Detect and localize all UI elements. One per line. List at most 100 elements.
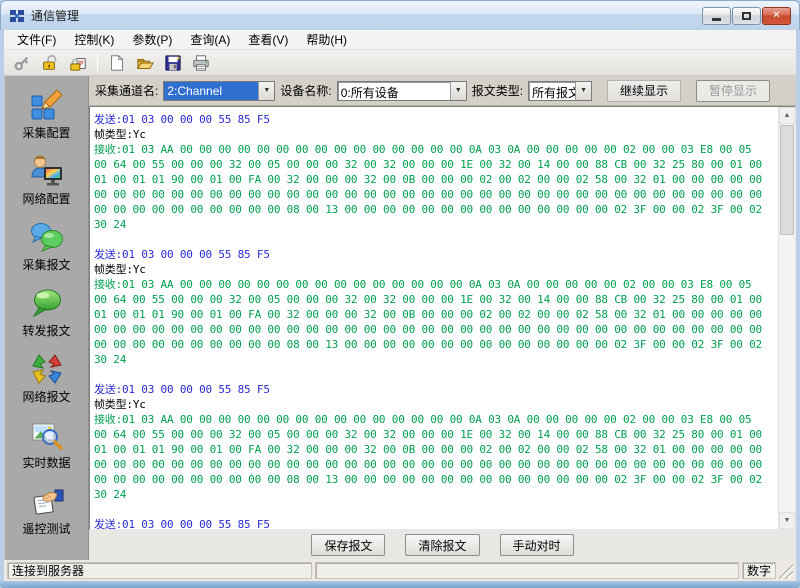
menu-help[interactable]: 帮助(H) [297, 30, 356, 50]
log-receive-line: 00 00 00 00 00 00 00 00 00 00 08 00 13 0… [94, 473, 762, 486]
network-config-icon [30, 155, 62, 186]
type-label: 报文类型: [471, 84, 524, 98]
message-log-panel: 发送:01 03 00 00 00 55 85 F5 帧类型:Yc 接收:01 03… [89, 106, 796, 530]
log-send-line: 发送:01 03 00 00 00 55 85 F5 [94, 383, 270, 396]
new-document-icon [111, 54, 123, 71]
network-message-icon [31, 354, 62, 384]
menu-query[interactable]: 查询(A) [181, 30, 239, 50]
device-select-value: 0:所有设备 [340, 85, 399, 100]
log-receive-line: 30 24 [94, 353, 127, 366]
menu-view[interactable]: 查看(V) [239, 30, 297, 50]
maximize-button[interactable] [732, 6, 761, 25]
log-receive-line: 01 00 01 01 90 00 01 00 FA 00 32 00 00 0… [94, 308, 762, 321]
save-message-button[interactable]: 保存报文 [311, 534, 386, 556]
minimize-icon [712, 17, 721, 21]
chevron-down-icon[interactable]: ▼ [575, 81, 592, 100]
sidebar-item-collect-config[interactable]: 采集配置 [5, 88, 88, 141]
sidebar-item-realtime-data[interactable]: 实时数据 [5, 418, 88, 471]
print-button[interactable] [189, 52, 213, 74]
log-receive-line: 接收:01 03 AA 00 00 00 00 00 00 00 00 00 0… [94, 413, 752, 426]
action-bar: 保存报文 清除报文 手动对时 [89, 530, 796, 560]
save-button[interactable] [161, 52, 185, 74]
log-send-line: 发送:01 03 00 00 00 55 85 F5 [94, 113, 270, 126]
pause-display-button[interactable]: 暂停显示 [696, 79, 771, 102]
scroll-up-icon[interactable]: ▲ [779, 107, 795, 124]
sidebar-item-label: 网络报文 [22, 390, 71, 404]
chevron-down-icon[interactable]: ▼ [258, 81, 275, 100]
close-button[interactable]: ✕ [762, 6, 791, 25]
device-label: 设备名称: [280, 84, 332, 98]
log-receive-line: 00 00 00 00 00 00 00 00 00 00 00 00 00 0… [94, 323, 762, 336]
device-select[interactable]: 0:所有设备 ▼ [336, 80, 467, 101]
save-icon [165, 54, 181, 71]
log-frame-type-line: 帧类型:Yc [94, 128, 146, 141]
toolbar [4, 50, 796, 76]
close-icon: ✕ [772, 10, 781, 21]
menu-file[interactable]: 文件(F) [8, 30, 65, 50]
manual-time-sync-button[interactable]: 手动对时 [499, 534, 574, 556]
sidebar-item-network-message[interactable]: 网络报文 [5, 352, 88, 405]
log-block: 发送:01 03 00 00 00 55 85 F5 帧类型:Yc 接收:01 03… [94, 382, 776, 502]
forward-message-icon [32, 289, 61, 318]
sidebar-item-label: 遥控测试 [22, 522, 71, 536]
open-folder-button[interactable] [133, 52, 157, 74]
lock-settings-button[interactable] [66, 52, 90, 74]
maximize-icon [742, 11, 751, 20]
channel-select[interactable]: 2:Channel ▼ [163, 80, 276, 101]
clear-message-button[interactable]: 清除报文 [405, 534, 480, 556]
log-receive-line: 接收:01 03 AA 00 00 00 00 00 00 00 00 00 0… [94, 143, 752, 156]
log-receive-line: 00 00 00 00 00 00 00 00 00 00 08 00 13 0… [94, 338, 762, 351]
numlock-indicator: 数字 [742, 562, 776, 579]
vertical-scrollbar[interactable]: ▲ ▼ [778, 107, 795, 529]
type-select[interactable]: 所有报文 ▼ [528, 80, 593, 101]
sidebar-item-collect-message[interactable]: 采集报文 [5, 220, 88, 273]
sidebar-item-forward-message[interactable]: 转发报文 [5, 286, 88, 339]
log-block: 发送:01 03 00 00 00 55 85 F5 帧类型:Yc 接收:01 03… [94, 247, 776, 367]
filter-bar: 采集通道名: 2:Channel ▼ 设备名称: 0:所有设备 ▼ 报文类型: … [89, 76, 796, 106]
sidebar-item-remote-test[interactable]: 遥控测试 [5, 484, 88, 537]
type-select-value: 所有报文 [532, 85, 575, 100]
scrollbar-track[interactable] [779, 124, 795, 512]
main-panel: 采集通道名: 2:Channel ▼ 设备名称: 0:所有设备 ▼ 报文类型: … [89, 76, 796, 560]
log-frame-type-line: 帧类型:Yc [94, 398, 146, 411]
menu-bar: 文件(F) 控制(K) 参数(P) 查询(A) 查看(V) 帮助(H) [4, 30, 796, 50]
log-block: 发送:01 03 00 00 00 55 85 F5 帧类型:Yc 接收:01 03… [94, 112, 776, 232]
open-folder-icon [137, 58, 154, 69]
sidebar: 采集配置 网络配置 采集报文 转发报文 网络报文 实时数据 遥控测试 [4, 76, 89, 560]
sidebar-item-label: 转发报文 [22, 324, 71, 338]
log-send-line-partial: 发送:01 03 00 00 00 55 85 F5 [94, 518, 270, 529]
realtime-data-icon [32, 423, 63, 450]
continue-display-button[interactable]: 继续显示 [607, 79, 682, 102]
key-icon [14, 56, 29, 70]
menu-control[interactable]: 控制(K) [65, 30, 123, 50]
key-button[interactable] [10, 52, 34, 74]
remote-test-icon [33, 489, 63, 515]
sidebar-item-network-config[interactable]: 网络配置 [5, 154, 88, 207]
log-send-line: 发送:01 03 00 00 00 55 85 F5 [94, 248, 270, 261]
log-receive-line: 00 00 00 00 00 00 00 00 00 00 08 00 13 0… [94, 203, 762, 216]
log-receive-line: 01 00 01 01 90 00 01 00 FA 00 32 00 00 0… [94, 443, 762, 456]
log-receive-line: 30 24 [94, 488, 127, 501]
log-area: 发送:01 03 00 00 00 55 85 F5 帧类型:Yc 接收:01 03… [90, 107, 778, 529]
connection-status: 连接到服务器 [7, 562, 312, 579]
unlock-icon [43, 54, 57, 70]
minimize-button[interactable] [702, 6, 731, 25]
app-window: 通信管理 ✕ 文件(F) 控制(K) 参数(P) 查询(A) 查看(V) 帮助(… [0, 0, 800, 588]
log-receive-line: 30 24 [94, 218, 127, 231]
print-icon [193, 54, 209, 71]
app-icon[interactable] [9, 8, 25, 24]
lock-settings-icon [70, 57, 86, 71]
scroll-down-icon[interactable]: ▼ [779, 512, 795, 529]
log-frame-type-line: 帧类型:Yc [94, 263, 146, 276]
window-title: 通信管理 [31, 9, 80, 23]
channel-label: 采集通道名: [95, 84, 159, 98]
unlock-button[interactable] [38, 52, 62, 74]
chevron-down-icon[interactable]: ▼ [449, 81, 466, 100]
scrollbar-thumb[interactable] [780, 125, 794, 235]
sidebar-item-label: 网络配置 [22, 192, 71, 206]
menu-params[interactable]: 参数(P) [123, 30, 181, 50]
sidebar-item-label: 采集配置 [22, 126, 71, 140]
resize-grip[interactable] [779, 562, 793, 579]
channel-select-value: 2:Channel [164, 81, 259, 100]
new-document-button[interactable] [105, 52, 129, 74]
